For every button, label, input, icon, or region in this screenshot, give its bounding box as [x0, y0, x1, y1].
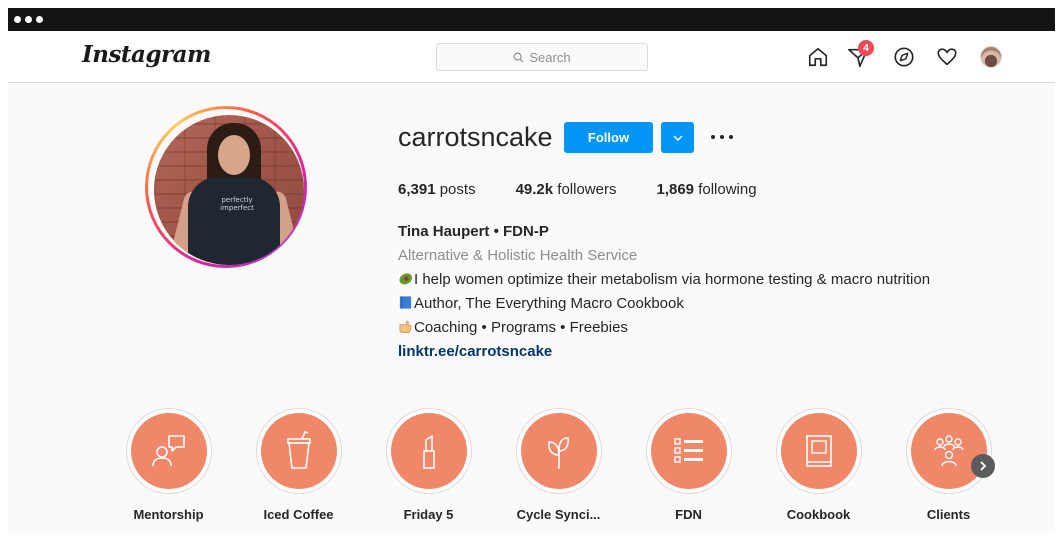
home-icon[interactable]	[806, 45, 830, 69]
search-icon	[513, 52, 524, 63]
search-placeholder: Search	[529, 49, 571, 65]
window-dot-icon[interactable]	[25, 16, 32, 23]
follow-button[interactable]: Follow	[564, 122, 653, 153]
activity-heart-icon[interactable]	[935, 45, 959, 69]
display-name: Tina Haupert • FDN-P	[398, 223, 549, 240]
highlights-next-button[interactable]	[971, 454, 995, 478]
story-ring[interactable]: perfectly imperfect	[145, 106, 307, 268]
window-dot-icon[interactable]	[14, 16, 21, 23]
instagram-logo[interactable]: Instagram	[82, 41, 211, 68]
profile-category: Alternative & Holistic Health Service	[398, 247, 638, 264]
avocado-icon	[399, 273, 412, 285]
list-icon	[673, 438, 703, 463]
profile-link[interactable]: linktr.ee/carrotsncake	[398, 340, 930, 364]
highlight-mentorship[interactable]: Mentorship	[125, 408, 212, 522]
followers-stat[interactable]: 49.2k followers	[516, 181, 617, 198]
search-input[interactable]: Search	[436, 43, 648, 71]
highlight-cookbook[interactable]: Cookbook	[775, 408, 862, 522]
highlight-friday-5[interactable]: Friday 5	[385, 408, 472, 522]
iced-coffee-icon	[286, 431, 311, 469]
chevron-down-icon	[673, 135, 682, 141]
highlight-label: Friday 5	[403, 507, 454, 522]
window-dot-icon[interactable]	[36, 16, 43, 23]
window-titlebar	[8, 8, 1055, 31]
profile-username: carrotsncake	[398, 122, 553, 152]
bio-line: I help women optimize their metabolism v…	[398, 268, 930, 292]
pointing-hand-icon	[399, 320, 412, 333]
highlight-label: Cycle Synci...	[516, 507, 601, 522]
posts-stat: 6,391 posts	[398, 181, 476, 198]
suggested-accounts-button[interactable]	[661, 122, 694, 153]
highlight-fdn[interactable]: FDN	[645, 408, 732, 522]
lipstick-icon	[422, 435, 435, 469]
more-options-icon[interactable]	[711, 127, 733, 147]
book-icon	[805, 435, 832, 467]
following-stat[interactable]: 1,869 following	[656, 181, 756, 198]
bio-line: Coaching • Programs • Freebies	[398, 316, 930, 340]
profile-avatar[interactable]	[980, 46, 1002, 68]
profile-bio: Tina Haupert • FDN-P Alternative & Holis…	[398, 220, 930, 364]
group-icon	[933, 435, 964, 467]
chevron-right-icon	[980, 461, 987, 471]
top-nav: Instagram Search 4	[8, 31, 1055, 83]
blue-book-icon	[399, 296, 412, 309]
profile-photo[interactable]: perfectly imperfect	[154, 115, 304, 265]
highlight-label: FDN	[675, 507, 702, 522]
shirt-text: perfectly imperfect	[220, 196, 254, 212]
highlight-label: Mentorship	[133, 507, 204, 522]
bio-line: Author, The Everything Macro Cookbook	[398, 292, 930, 316]
highlight-iced-coffee[interactable]: Iced Coffee	[255, 408, 342, 522]
explore-compass-icon[interactable]	[892, 45, 916, 69]
highlight-label: Cookbook	[786, 507, 851, 522]
mentorship-chat-icon	[151, 435, 185, 467]
highlight-label: Iced Coffee	[263, 507, 334, 522]
highlight-cycle-syncing[interactable]: Cycle Synci...	[515, 408, 602, 522]
profile-stats: 6,391 posts 49.2k followers 1,869 follow…	[398, 181, 797, 198]
notification-badge: 4	[858, 40, 874, 56]
highlight-label: Clients	[926, 507, 971, 522]
page: Instagram Search 4 perfectly imperfect c…	[8, 31, 1055, 533]
leaf-icon	[547, 437, 569, 469]
